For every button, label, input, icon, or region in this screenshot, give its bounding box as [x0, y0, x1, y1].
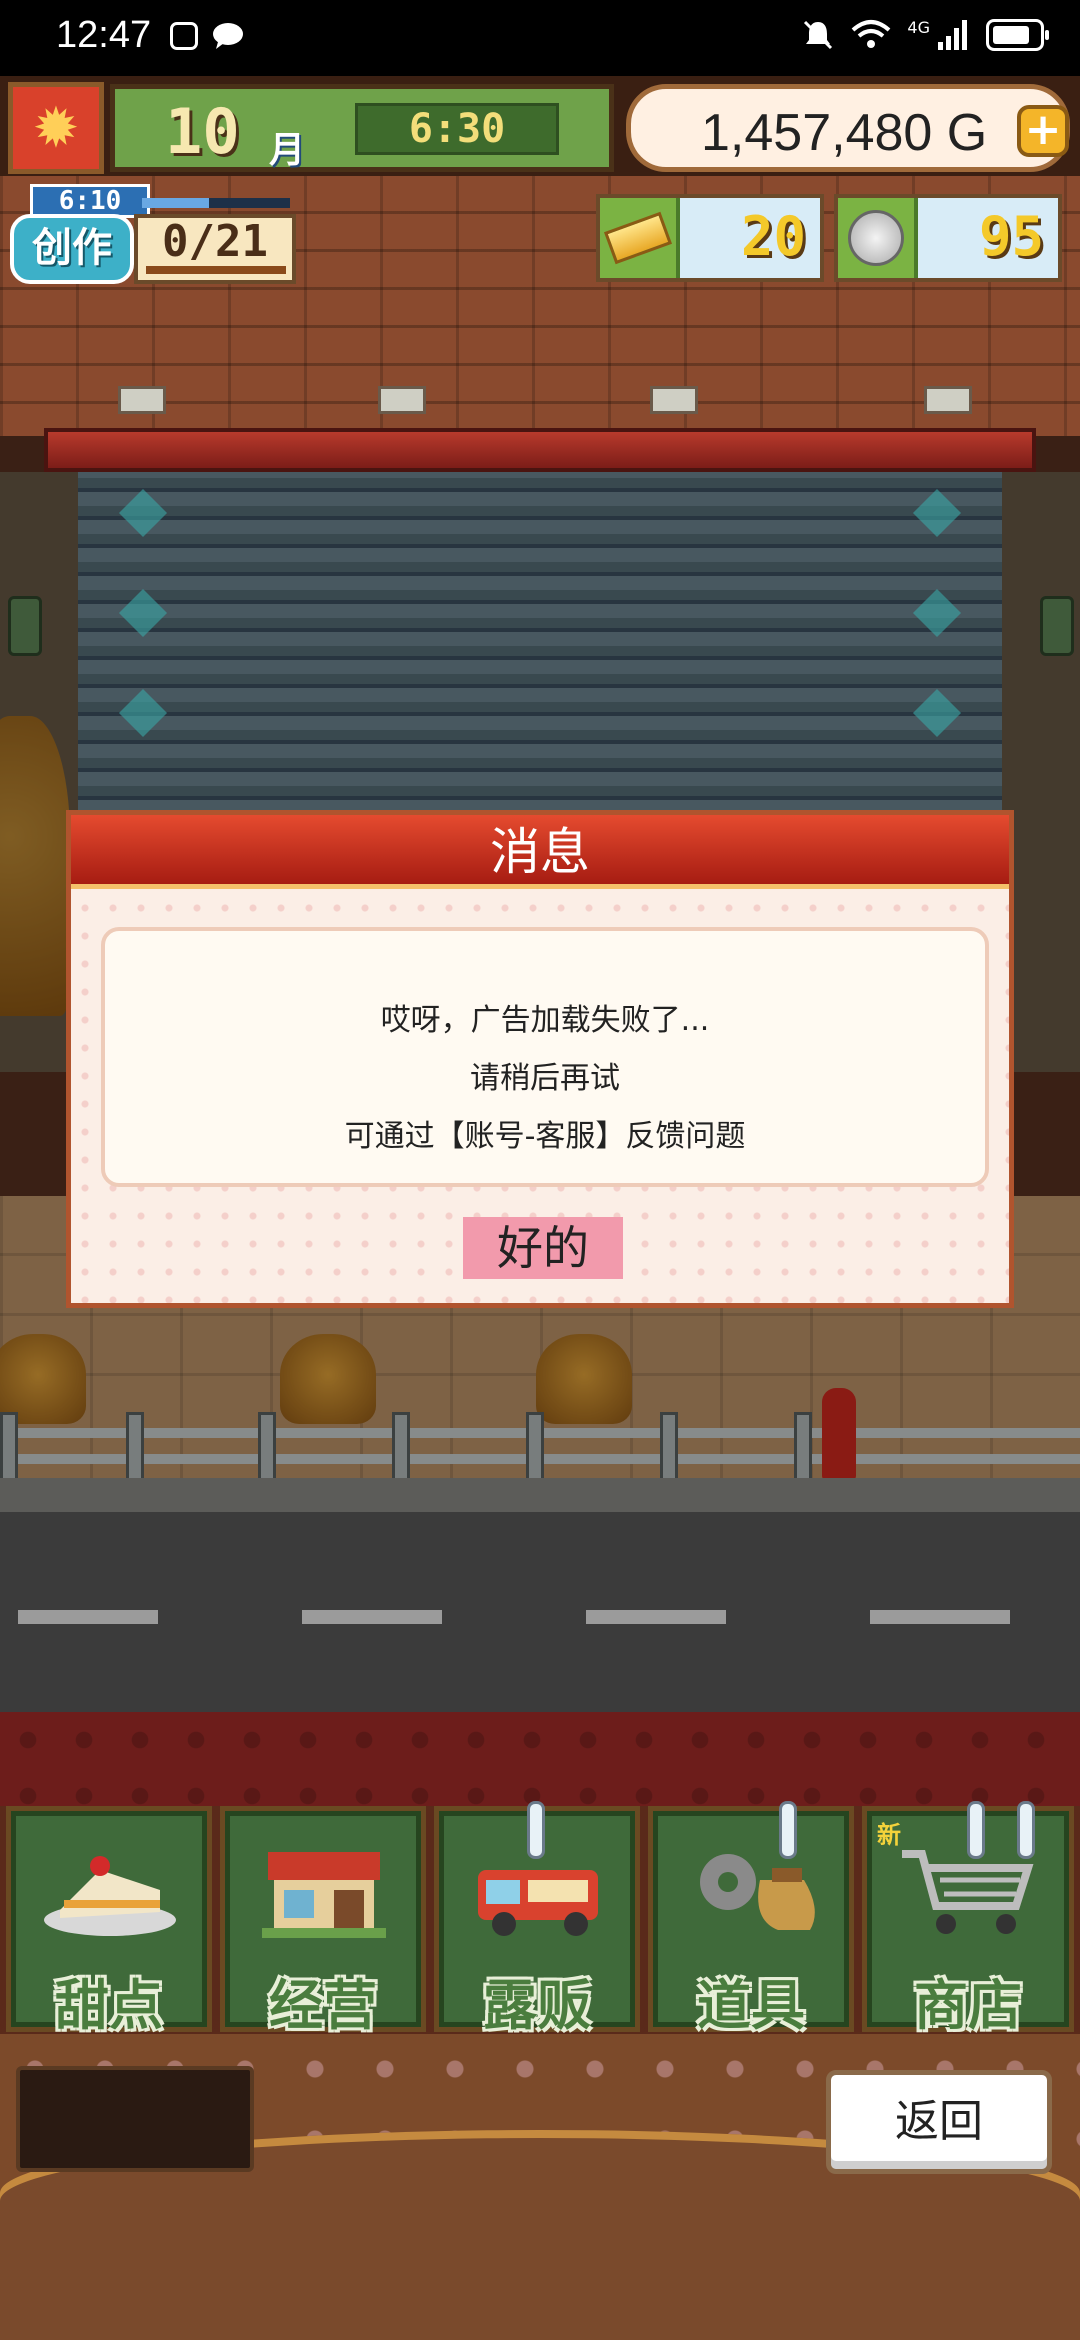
autumn-bush	[280, 1334, 376, 1424]
mute-icon	[804, 20, 833, 50]
wall-plate	[924, 386, 972, 414]
maple-leaf-icon: ✹	[32, 95, 80, 161]
month-number: 10	[165, 95, 240, 168]
gear-bag-icon	[679, 1835, 825, 1945]
month-unit: 月	[269, 130, 306, 171]
shop-icon	[251, 1835, 397, 1945]
create-count-value: 0/21	[162, 216, 268, 267]
menu-label: 道具	[697, 1974, 805, 2037]
notification-app-icon	[170, 22, 198, 50]
dialog-title: 消息	[490, 823, 590, 881]
coin-count: 95	[918, 198, 1058, 278]
menu-label: 经营	[269, 1974, 377, 2037]
create-timer-progress	[142, 198, 290, 208]
rail-post	[794, 1412, 812, 1482]
dialog-message-line: 哎呀，广告加载失败了...	[380, 1003, 710, 1038]
system-icons: 4G	[801, 17, 1049, 52]
coin-panel[interactable]: 95	[834, 194, 1062, 282]
autumn-bush	[536, 1334, 632, 1424]
rail-post	[258, 1412, 276, 1482]
rail-post	[126, 1412, 144, 1482]
empty-slot	[16, 2066, 254, 2172]
wall-lamp	[8, 596, 42, 656]
rail-post	[392, 1412, 410, 1482]
menu-store[interactable]: 新 商店	[862, 1801, 1074, 2037]
message-dialog: 消息 哎呀，广告加载失败了... 请稍后再试 可通过【账号-客服】反馈问题 好的	[66, 810, 1014, 1308]
signal-icon	[938, 20, 967, 50]
menu-items[interactable]: 道具	[648, 1801, 854, 2037]
rail-post	[0, 1412, 18, 1482]
wall-lamp	[1040, 596, 1074, 656]
wall-plate	[118, 386, 166, 414]
ticket-count: 20	[680, 198, 820, 278]
fire-hydrant	[822, 1388, 856, 1480]
create-timer: 6:10	[30, 184, 150, 218]
create-label: 创作	[10, 214, 134, 284]
game-clock: 6:30	[355, 103, 559, 155]
gold-panel: 1,457,480 G +	[626, 84, 1070, 172]
notification-icons	[170, 22, 244, 50]
status-bar: 12:47 4G	[0, 0, 1080, 76]
wall-plate	[378, 386, 426, 414]
dialog-message-line: 请稍后再试	[470, 1061, 620, 1096]
create-count-bar	[146, 266, 286, 274]
lane-marking	[302, 1610, 442, 1624]
cart-icon	[893, 1835, 1039, 1945]
menu-label: 商店	[914, 1974, 1022, 2037]
date-panel: 10 月 6:30	[110, 84, 614, 172]
menu-management[interactable]: 经营	[220, 1806, 426, 2037]
lane-marking	[18, 1610, 158, 1624]
create-panel[interactable]: 6:10 创作 0/21	[10, 184, 296, 284]
dialog-message-box: 哎呀，广告加载失败了... 请稍后再试 可通过【账号-客服】反馈问题	[101, 927, 989, 1187]
menu-label: 露贩	[483, 1974, 591, 2037]
season-menu-button[interactable]: ✹	[8, 82, 104, 174]
dialog-message-line: 可通过【账号-客服】反馈问题	[344, 1119, 746, 1154]
status-time: 12:47	[56, 14, 152, 56]
chat-icon	[213, 23, 243, 49]
menu-label: 甜点	[55, 1974, 163, 2037]
wall-plate	[650, 386, 698, 414]
create-timer-progress-fill	[142, 198, 209, 208]
menu-food-truck[interactable]: 露贩	[434, 1801, 640, 2037]
shop-awning	[44, 428, 1036, 472]
wifi-icon	[852, 20, 891, 48]
lane-marking	[870, 1610, 1010, 1624]
cake-icon	[37, 1835, 183, 1945]
create-count: 0/21	[134, 214, 296, 284]
battery-icon	[986, 19, 1049, 51]
network-type: 4G	[907, 17, 930, 37]
back-button[interactable]: 返回	[826, 2070, 1052, 2174]
gold-amount: 1,457,480 G	[701, 104, 988, 162]
add-gold-button[interactable]: +	[1017, 105, 1069, 157]
ticket-icon	[600, 198, 680, 278]
food-truck-icon	[465, 1835, 611, 1945]
ok-button[interactable]: 好的	[463, 1217, 623, 1279]
lane-marking	[586, 1610, 726, 1624]
rail-post	[660, 1412, 678, 1482]
rail-post	[526, 1412, 544, 1482]
curb	[0, 1478, 1080, 1512]
autumn-tree	[0, 716, 70, 1016]
coin-icon	[838, 198, 918, 278]
autumn-bush	[0, 1334, 86, 1424]
dialog-header: 消息	[71, 815, 1009, 889]
ticket-panel[interactable]: 20	[596, 194, 824, 282]
menu-dessert[interactable]: 甜点	[6, 1806, 212, 2037]
